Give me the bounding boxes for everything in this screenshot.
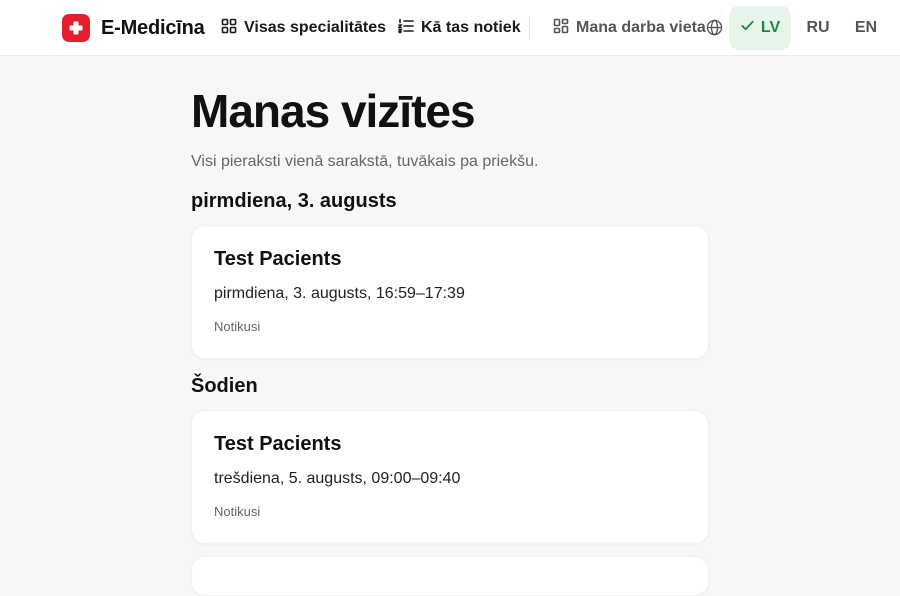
nav-workplace[interactable]: Mana darba vieta: [553, 18, 706, 38]
nav-workplace-label: Mana darba vieta: [576, 19, 706, 36]
brand-name: E-Medicīna: [101, 16, 205, 39]
brand-link[interactable]: E-Medicīna: [62, 14, 205, 42]
appointment-status: Notikusi: [214, 504, 261, 519]
nav-how-it-works[interactable]: Kā tas notiek: [397, 18, 521, 39]
appointment-time: trešdiena, 5. augusts, 09:00–09:40: [214, 470, 461, 487]
nav-specialties-label: Visas specialitātes: [244, 19, 387, 36]
grid-icon: [221, 18, 244, 39]
check-icon: [740, 18, 761, 38]
day-group-heading: Šodien: [191, 375, 258, 397]
patient-name: Test Pacients: [214, 433, 342, 455]
appointment-card[interactable]: Test Pacients trešdiena, 5. augusts, 09:…: [191, 410, 709, 544]
nav-specialties[interactable]: Visas specialitātes: [221, 18, 386, 38]
language-lv-label: LV: [760, 19, 781, 36]
language-ru-button[interactable]: RU: [797, 6, 839, 50]
language-en-button[interactable]: EN: [845, 6, 887, 50]
top-navigation-bar: E-Medicīna Visas specialitātes Kā tas no: [0, 0, 900, 56]
appointment-card-partial[interactable]: [191, 556, 709, 596]
nav-divider: [529, 16, 530, 40]
nav-how-it-works-label: Kā tas notiek: [421, 19, 521, 36]
page-title: Manas vizītes: [191, 85, 476, 137]
language-lv-button[interactable]: LV: [729, 6, 791, 50]
language-en-label: EN: [854, 19, 878, 36]
page-subtitle: Visi pieraksti vienā sarakstā, tuvākais …: [191, 153, 539, 170]
appointment-status: Notikusi: [214, 319, 261, 334]
numbered-list-icon: [397, 18, 421, 39]
globe-icon: [706, 19, 723, 41]
day-group-heading: pirmdiena, 3. augusts: [191, 190, 397, 212]
dashboard-icon: [553, 18, 576, 39]
appointment-time: pirmdiena, 3. augusts, 16:59–17:39: [214, 285, 465, 302]
language-ru-label: RU: [806, 19, 830, 36]
patient-name: Test Pacients: [214, 248, 342, 270]
medical-cross-icon: [62, 14, 90, 42]
appointment-card[interactable]: Test Pacients pirmdiena, 3. augusts, 16:…: [191, 225, 709, 359]
